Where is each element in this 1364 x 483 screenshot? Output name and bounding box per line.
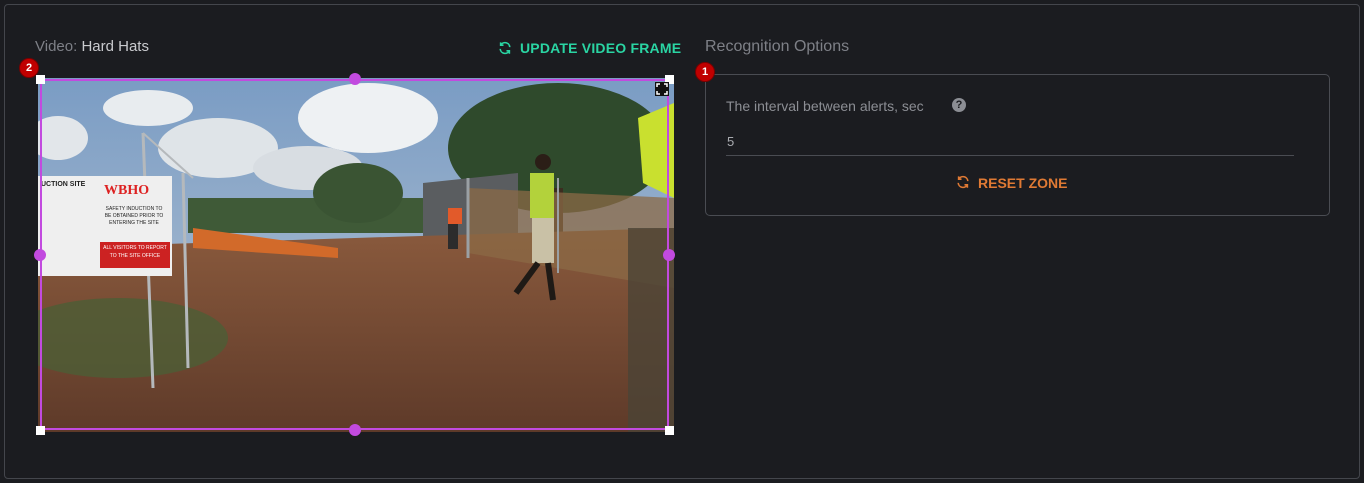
zone-number-badge: 2 <box>19 58 39 78</box>
recognition-options-title: Recognition Options <box>705 38 850 55</box>
zone-handle-bottom[interactable] <box>349 424 361 436</box>
zone-handle-bottom-left[interactable] <box>36 426 45 435</box>
options-number-badge: 1 <box>695 62 715 82</box>
zone-handle-top[interactable] <box>349 73 361 85</box>
update-video-frame-button[interactable]: UPDATE VIDEO FRAME <box>498 39 681 57</box>
zone-handle-bottom-right[interactable] <box>665 426 674 435</box>
refresh-icon <box>498 41 512 55</box>
expand-icon[interactable] <box>655 82 669 96</box>
zone-handle-left[interactable] <box>34 249 46 261</box>
interval-label: The interval between alerts, sec <box>726 98 924 114</box>
interval-input[interactable] <box>726 128 1294 156</box>
detection-zone[interactable] <box>40 79 669 430</box>
reset-zone-button[interactable]: RESET ZONE <box>956 174 1067 192</box>
update-video-frame-label: UPDATE VIDEO FRAME <box>520 40 682 56</box>
help-icon[interactable]: ? <box>952 98 966 112</box>
reset-zone-label: RESET ZONE <box>978 175 1068 191</box>
refresh-icon <box>956 175 970 192</box>
video-name: Hard Hats <box>81 38 149 55</box>
zone-handle-right[interactable] <box>663 249 675 261</box>
video-label: Video: <box>35 38 78 55</box>
zone-handle-top-left[interactable] <box>36 75 45 84</box>
video-title: Video: Hard Hats <box>35 38 149 55</box>
